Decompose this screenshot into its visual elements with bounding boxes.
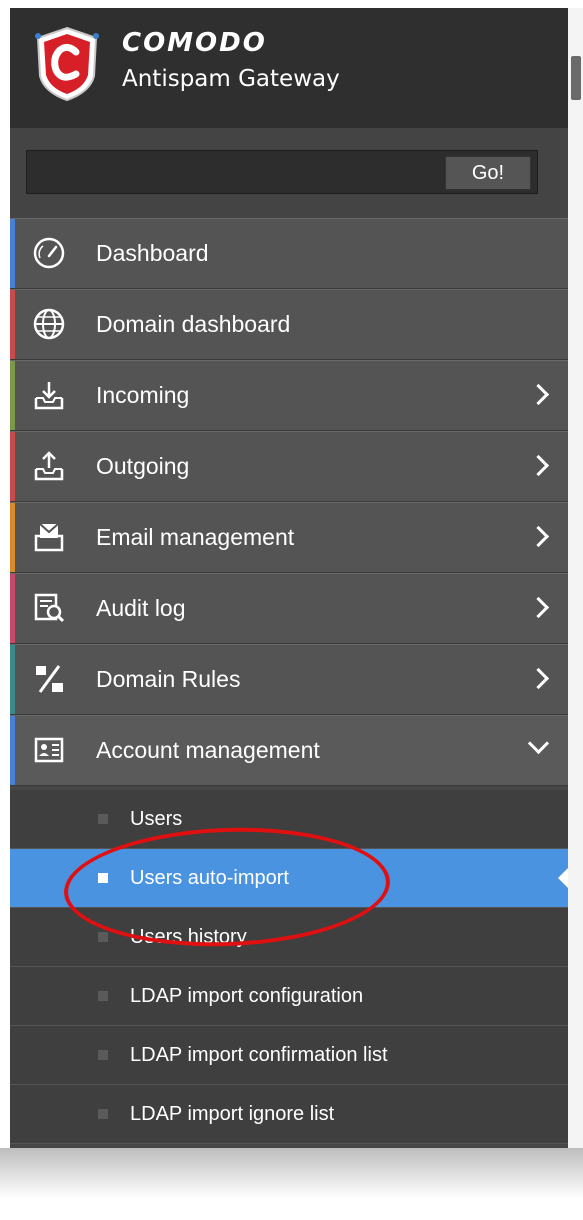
submenu-item-label: Users	[130, 808, 183, 830]
search-input[interactable]	[27, 151, 437, 193]
globe-icon	[32, 307, 66, 341]
menu-item-outgoing[interactable]: Outgoing	[10, 431, 568, 502]
scrollbar-thumb[interactable]	[571, 56, 581, 100]
menu-item-label: Dashboard	[96, 240, 209, 266]
product-name: Antispam Gateway	[122, 66, 340, 92]
outbox-upload-icon	[32, 449, 66, 483]
accent-bar	[10, 361, 15, 430]
accent-bar	[10, 716, 15, 785]
accent-bar	[10, 645, 15, 714]
accent-bar	[10, 219, 15, 288]
menu-item-label: Incoming	[96, 382, 190, 408]
chevron-down-icon	[527, 732, 550, 755]
submenu-item-label: LDAP import confirmation list	[130, 1044, 388, 1066]
bullet-square-icon	[98, 1050, 108, 1060]
menu-item-label: Domain Rules	[96, 666, 241, 692]
menu-item-label: Email management	[96, 524, 295, 550]
submenu-item-ldap-import-configuration[interactable]: LDAP import configuration	[10, 967, 568, 1026]
scroll-gutter	[568, 8, 583, 1148]
submenu-item-label: LDAP import configuration	[130, 985, 364, 1007]
bullet-square-icon	[98, 873, 108, 883]
submenu-item-label: Users history	[130, 926, 247, 948]
accent-bar	[10, 503, 15, 572]
brand-name: COMODO	[122, 28, 267, 58]
menu-item-email-management[interactable]: Email management	[10, 502, 568, 573]
menu-item-dashboard[interactable]: Dashboard	[10, 218, 568, 289]
account-card-icon	[32, 733, 66, 767]
bullet-square-icon	[98, 1109, 108, 1119]
sidebar: COMODO Antispam Gateway Go! Dashboard Do…	[10, 8, 568, 1148]
app-header: COMODO Antispam Gateway	[10, 8, 568, 128]
submenu-item-users[interactable]: Users	[10, 790, 568, 849]
bottom-fade	[0, 1148, 583, 1220]
menu-item-label: Domain dashboard	[96, 311, 291, 337]
submenu-item-users-auto-import[interactable]: Users auto-import	[10, 849, 568, 908]
submenu-item-label: Users auto-import	[130, 867, 289, 889]
bullet-square-icon	[98, 814, 108, 824]
menu-item-audit-log[interactable]: Audit log	[10, 573, 568, 644]
chevron-right-icon	[527, 525, 550, 548]
menu-item-label: Outgoing	[96, 453, 190, 479]
inbox-download-icon	[32, 378, 66, 412]
percent-rules-icon	[32, 662, 66, 696]
menu-item-domain-rules[interactable]: Domain Rules	[10, 644, 568, 715]
envelope-tray-icon	[32, 520, 66, 554]
gauge-icon	[32, 236, 66, 270]
menu-item-account-management[interactable]: Account management	[10, 715, 568, 786]
chevron-right-icon	[527, 596, 550, 619]
bullet-square-icon	[98, 932, 108, 942]
chevron-right-icon	[527, 454, 550, 477]
search-bar: Go!	[10, 128, 568, 218]
menu-item-label: Audit log	[96, 595, 186, 621]
submenu-item-ldap-import-confirmation-list[interactable]: LDAP import confirmation list	[10, 1026, 568, 1085]
comodo-logo-icon	[32, 26, 102, 107]
menu-item-incoming[interactable]: Incoming	[10, 360, 568, 431]
audit-search-icon	[32, 591, 66, 625]
bullet-square-icon	[98, 991, 108, 1001]
chevron-right-icon	[527, 667, 550, 690]
accent-bar	[10, 290, 15, 359]
submenu-item-users-history[interactable]: Users history	[10, 908, 568, 967]
submenu-item-label: LDAP import ignore list	[130, 1103, 335, 1125]
accent-bar	[10, 574, 15, 643]
chevron-right-icon	[527, 383, 550, 406]
go-button[interactable]: Go!	[445, 156, 531, 190]
menu-item-label: Account management	[96, 737, 320, 763]
active-pointer-icon	[558, 868, 568, 888]
search-box: Go!	[26, 150, 538, 194]
submenu-item-ldap-import-ignore-list[interactable]: LDAP import ignore list	[10, 1085, 568, 1144]
accent-bar	[10, 432, 15, 501]
menu-item-domain-dashboard[interactable]: Domain dashboard	[10, 289, 568, 360]
